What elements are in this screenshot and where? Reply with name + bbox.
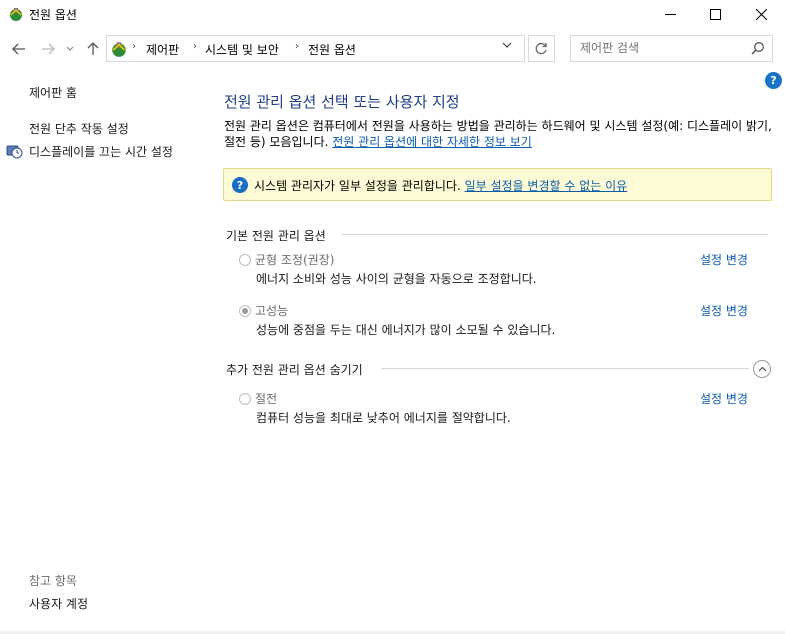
forward-arrow-icon: [42, 43, 55, 55]
breadcrumb-power-options[interactable]: 전원 옵션: [308, 41, 356, 58]
section-divider: [341, 234, 768, 235]
plan-desc-power-saver: 컴퓨터 성능을 최대로 낮추어 에너지를 절약합니다.: [256, 411, 511, 425]
change-settings-high-performance[interactable]: 설정 변경: [700, 302, 748, 319]
why-cant-change-link[interactable]: 일부 설정을 변경할 수 없는 이유: [465, 179, 628, 193]
up-arrow-icon: [87, 42, 99, 55]
close-icon: [755, 8, 767, 20]
sidebar-link-user-accounts[interactable]: 사용자 계정: [29, 595, 88, 612]
breadcrumb-separator: ›: [132, 41, 136, 52]
collapse-section-button[interactable]: [753, 360, 771, 378]
plan-radio-high-performance[interactable]: [239, 305, 251, 317]
chevron-down-icon: [502, 42, 512, 48]
help-button[interactable]: ?: [765, 72, 782, 89]
maximize-icon: [709, 8, 721, 20]
see-also-heading: 참고 항목: [29, 574, 77, 588]
back-button[interactable]: [8, 38, 30, 60]
window-title: 전원 옵션: [29, 8, 77, 22]
shield-clock-icon: [6, 143, 23, 160]
close-button[interactable]: [738, 0, 784, 28]
breadcrumb-separator: ›: [295, 41, 299, 52]
additional-plans-header: 추가 전원 관리 옵션 숨기기: [226, 363, 363, 377]
page-description: 전원 관리 옵션은 컴퓨터에서 전원을 사용하는 방법을 관리하는 하드웨어 및…: [224, 118, 774, 150]
sidebar-link-control-panel-home[interactable]: 제어판 홈: [29, 84, 77, 101]
title-bar: 전원 옵션: [0, 0, 785, 30]
search-input[interactable]: [580, 41, 740, 55]
breadcrumb-system-security[interactable]: 시스템 및 보안: [205, 41, 279, 58]
plan-desc-balanced: 에너지 소비와 성능 사이의 균형을 자동으로 조정합니다.: [256, 272, 537, 286]
plan-name-balanced[interactable]: 균형 조정(권장): [255, 251, 334, 268]
plan-radio-power-saver[interactable]: [239, 393, 251, 405]
minimize-icon: [664, 13, 676, 15]
help-icon: ?: [770, 74, 777, 87]
info-message: 시스템 관리자가 일부 설정을 관리합니다. 일부 설정을 변경할 수 없는 이…: [254, 177, 627, 194]
plan-name-power-saver[interactable]: 절전: [255, 390, 277, 407]
refresh-icon: [535, 42, 547, 55]
search-box[interactable]: [570, 35, 773, 62]
chevron-up-icon: [758, 366, 766, 372]
power-options-icon: [110, 40, 128, 58]
breadcrumb-separator: ›: [193, 41, 197, 52]
up-button[interactable]: [82, 38, 104, 60]
change-settings-power-saver[interactable]: 설정 변경: [700, 390, 748, 407]
maximize-button[interactable]: [692, 0, 738, 28]
address-dropdown-button[interactable]: [502, 41, 512, 52]
sidebar-link-display-off[interactable]: 디스플레이를 끄는 시간 설정: [29, 143, 173, 160]
change-settings-balanced[interactable]: 설정 변경: [700, 251, 748, 268]
power-options-icon: [8, 6, 24, 22]
basic-plans-header: 기본 전원 관리 옵션: [226, 229, 326, 243]
chevron-down-icon: [66, 46, 74, 51]
admin-info-bar: ? 시스템 관리자가 일부 설정을 관리합니다. 일부 설정을 변경할 수 없는…: [223, 168, 772, 201]
minimize-button[interactable]: [647, 0, 693, 28]
breadcrumb-control-panel[interactable]: 제어판: [146, 41, 179, 58]
back-arrow-icon: [12, 43, 25, 55]
section-divider: [381, 368, 749, 369]
learn-more-link[interactable]: 전원 관리 옵션에 대한 자세한 정보 보기: [332, 135, 532, 149]
forward-button[interactable]: [37, 38, 59, 60]
search-icon[interactable]: [751, 41, 765, 55]
sidebar-link-power-buttons[interactable]: 전원 단추 작동 설정: [29, 120, 129, 137]
page-title: 전원 관리 옵션 선택 또는 사용자 지정: [224, 93, 460, 111]
info-icon: ?: [232, 177, 248, 193]
plan-name-high-performance[interactable]: 고성능: [255, 302, 288, 319]
plan-radio-balanced[interactable]: [239, 254, 251, 266]
address-bar[interactable]: › 제어판 › 시스템 및 보안 › 전원 옵션: [106, 35, 525, 62]
recent-locations-button[interactable]: [62, 38, 78, 60]
refresh-button[interactable]: [528, 35, 555, 62]
info-text: 시스템 관리자가 일부 설정을 관리합니다.: [254, 179, 465, 193]
plan-desc-high-performance: 성능에 중점을 두는 대신 에너지가 많이 소모될 수 있습니다.: [256, 323, 556, 337]
